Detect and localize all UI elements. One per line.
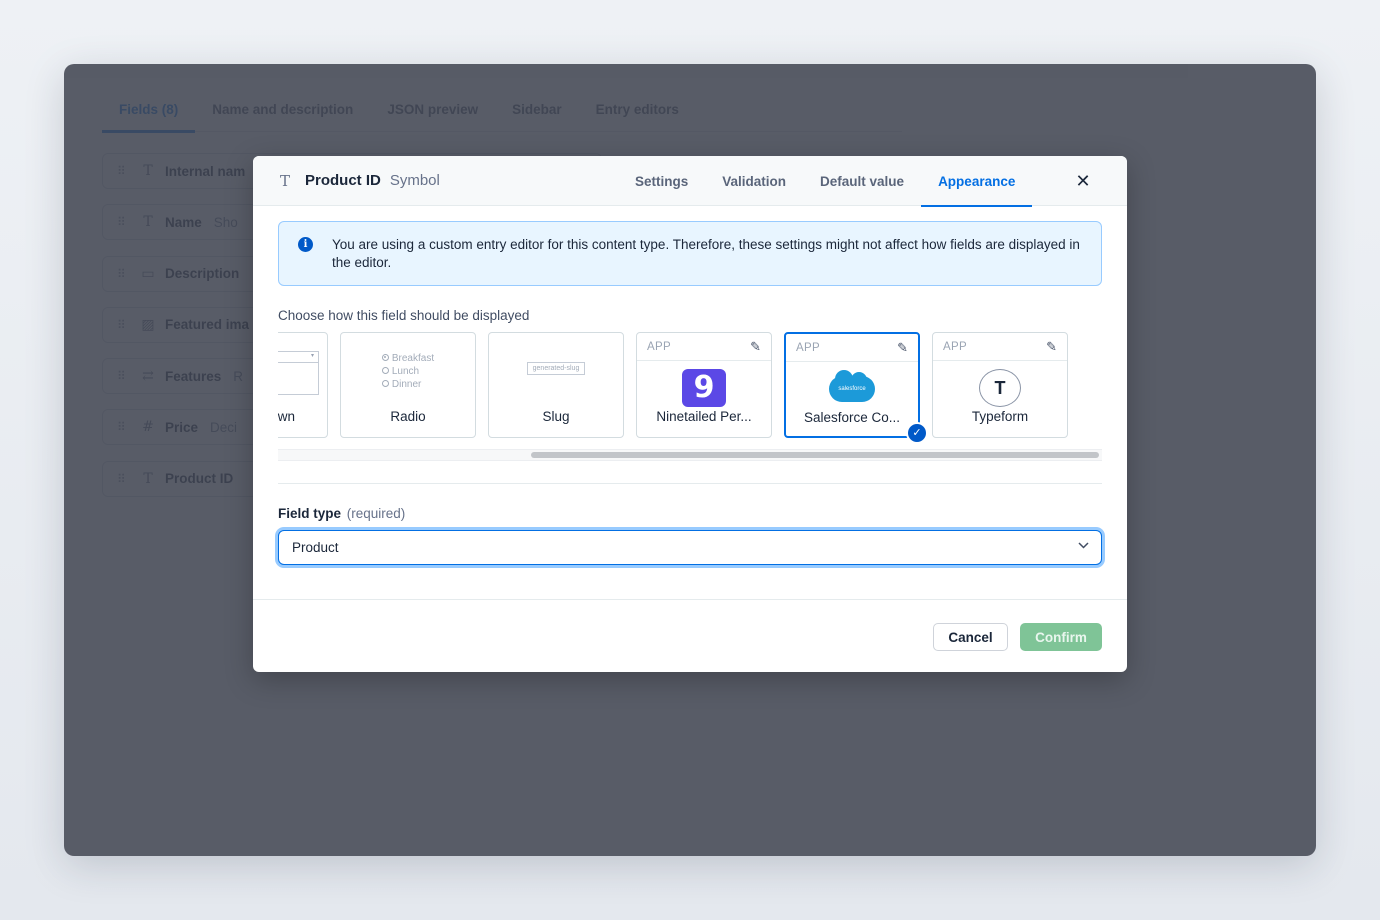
choose-display-label: Choose how this field should be displaye… (278, 308, 530, 323)
chevron-down-icon (1078, 540, 1089, 552)
field-type-label-text: Field type (278, 506, 342, 521)
widget-card-radio[interactable]: Breakfast Lunch Dinner Radio (340, 332, 476, 438)
tab-default-value[interactable]: Default value (803, 156, 921, 206)
app-tag: APP (796, 341, 820, 354)
slug-preview-text: generated-slug (526, 361, 586, 375)
app-tag: APP (647, 340, 671, 353)
close-icon[interactable]: ✕ (1073, 171, 1093, 191)
custom-editor-note: i You are using a custom entry editor fo… (278, 221, 1102, 286)
widget-label: Dropdown (278, 409, 295, 424)
scrollbar-thumb[interactable] (531, 452, 1099, 458)
typeform-logo-icon: T (979, 369, 1021, 407)
note-text: You are using a custom entry editor for … (332, 237, 1080, 270)
cancel-button[interactable]: Cancel (933, 623, 1008, 651)
slug-preview: generated-slug (489, 347, 623, 403)
tab-validation[interactable]: Validation (705, 156, 803, 206)
confirm-button[interactable]: Confirm (1020, 623, 1102, 651)
salesforce-logo-icon: salesforce (829, 370, 875, 402)
app-card-header: APP ✎ (637, 333, 771, 361)
widget-carousel: ▾ ast Dropdown Breakfast Lunch Dinner Ra… (278, 332, 1102, 462)
widget-card-slug[interactable]: generated-slug Slug (488, 332, 624, 438)
widget-label: Salesforce Co... (803, 410, 901, 425)
field-type-label: Field type (required) (278, 506, 405, 521)
radio-option: Dinner (391, 378, 422, 390)
pencil-icon[interactable]: ✎ (1046, 339, 1057, 355)
info-icon: i (298, 237, 313, 252)
radio-preview: Breakfast Lunch Dinner (341, 347, 475, 403)
widget-label: Radio (390, 409, 426, 424)
horizontal-scrollbar[interactable] (278, 449, 1102, 461)
pencil-icon[interactable]: ✎ (750, 339, 761, 355)
modal-title: Product ID (305, 172, 381, 189)
radio-icon (381, 379, 389, 387)
widget-label: Ninetailed Per... (656, 409, 752, 424)
modal-subtitle: Symbol (389, 172, 440, 189)
chevron-down-icon: ▾ (310, 353, 314, 359)
check-icon: ✓ (906, 422, 928, 444)
app-card-header: APP ✎ (786, 334, 918, 362)
widget-label: Slug (542, 409, 570, 424)
widget-track: ▾ ast Dropdown Breakfast Lunch Dinner Ra… (278, 332, 1068, 444)
widget-card-typeform[interactable]: APP ✎ T Typeform (932, 332, 1068, 438)
radio-icon (381, 366, 389, 374)
required-hint: (required) (346, 506, 406, 521)
modal-header: T Product ID Symbol Settings Validation … (253, 156, 1127, 207)
text-icon: T (280, 171, 291, 190)
field-type-select[interactable]: Product (278, 530, 1102, 565)
app-card-header: APP ✎ (933, 333, 1067, 361)
dropdown-preview: ▾ ast (278, 351, 319, 395)
field-settings-modal: T Product ID Symbol Settings Validation … (253, 156, 1127, 672)
tab-settings[interactable]: Settings (618, 156, 705, 206)
widget-card-ninetailed[interactable]: APP ✎ 9 Ninetailed Per... (636, 332, 772, 438)
ninetailed-logo-icon: 9 (682, 369, 726, 407)
radio-option: Breakfast (391, 352, 435, 364)
widget-label: Typeform (971, 409, 1029, 424)
widget-card-salesforce[interactable]: APP ✎ salesforce Salesforce Co... ✓ (784, 332, 928, 444)
tab-appearance[interactable]: Appearance (921, 156, 1033, 207)
footer-divider (253, 599, 1127, 600)
modal-tabs: Settings Validation Default value Appear… (618, 156, 1033, 207)
pencil-icon[interactable]: ✎ (897, 340, 908, 356)
field-type-value: Product (292, 540, 339, 555)
app-tag: APP (943, 340, 967, 353)
divider (278, 483, 1102, 484)
radio-option: Lunch (391, 365, 420, 377)
radio-selected-icon (381, 353, 389, 361)
widget-card-dropdown[interactable]: ▾ ast Dropdown (278, 332, 328, 438)
